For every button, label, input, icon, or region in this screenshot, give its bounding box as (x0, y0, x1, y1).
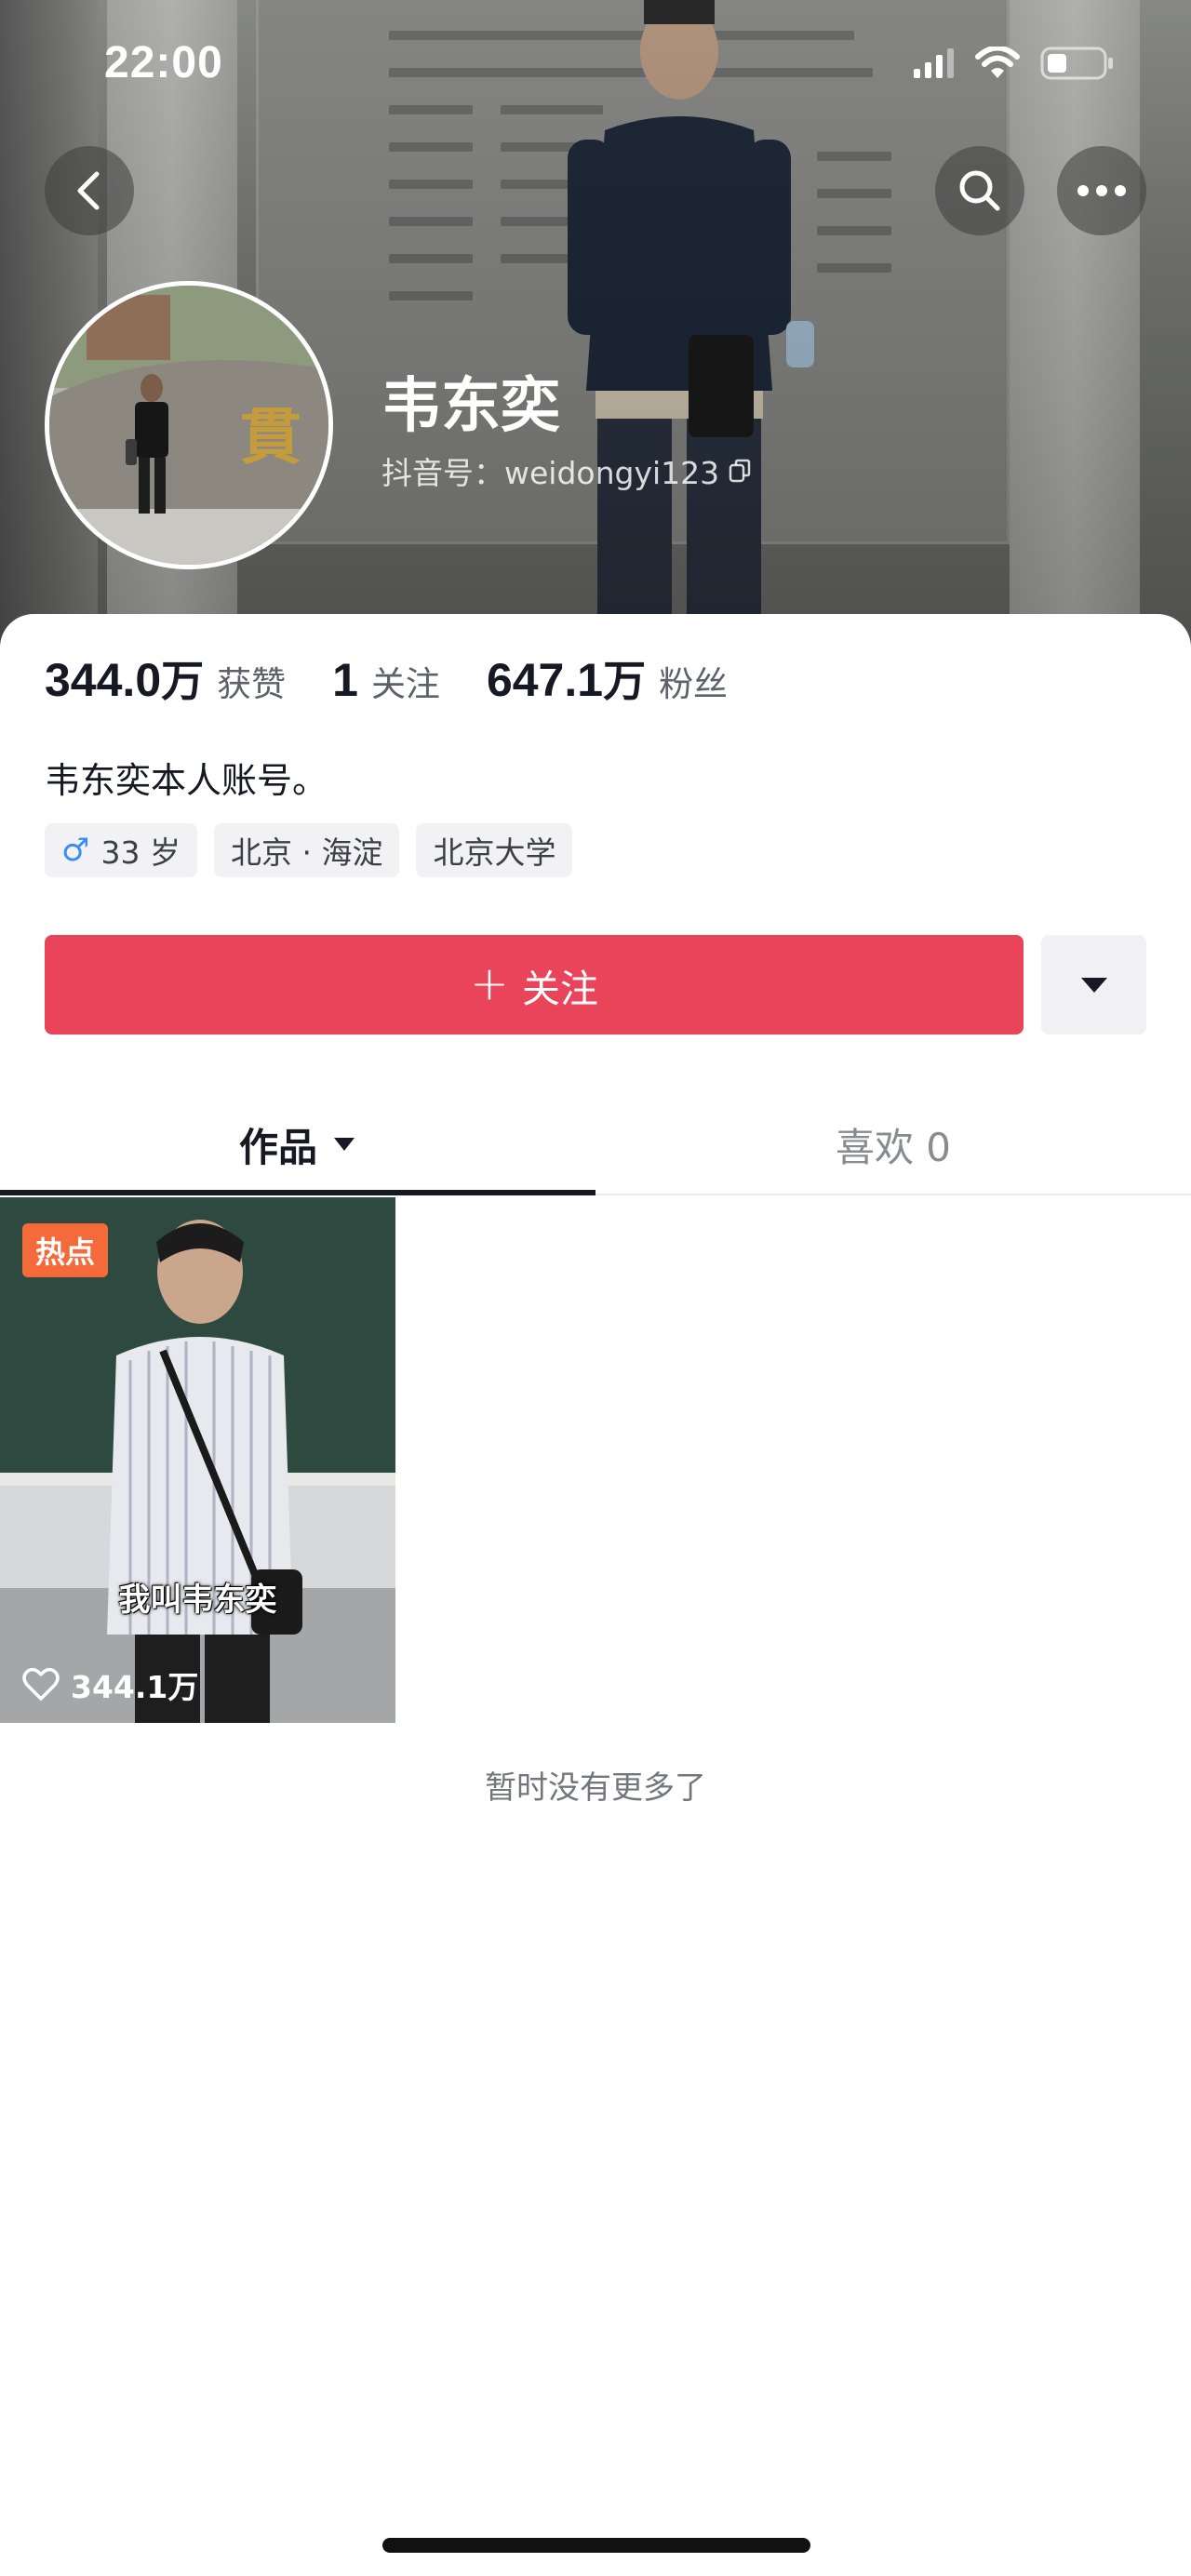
tab-likes[interactable]: 喜欢 0 (596, 1093, 1191, 1195)
stat-label: 获赞 (217, 664, 287, 704)
more-options-button[interactable] (1057, 146, 1146, 235)
tab-works[interactable]: 作品 (0, 1093, 596, 1195)
stat-label: 关注 (370, 664, 440, 704)
active-tab-indicator (0, 1190, 596, 1195)
video-likes-count: 344.1万 (71, 1669, 199, 1705)
video-card[interactable]: 热点 我叫韦东奕 344.1万 (0, 1197, 395, 1723)
tag-label: 北京大学 (433, 834, 556, 871)
stat-likes[interactable]: 344.0 万 获赞 (45, 647, 286, 709)
content-tabs: 作品 喜欢 0 (0, 1093, 1191, 1195)
no-more-text: 暂时没有更多了 (485, 1769, 706, 1807)
profile-tags: ♂ 33 岁 北京 · 海淀 北京大学 (45, 823, 573, 877)
avatar[interactable]: 貫 (45, 281, 333, 569)
avatar-image: 貫 (49, 286, 328, 565)
tag-school[interactable]: 北京大学 (416, 823, 573, 877)
male-icon: ♂ (61, 832, 90, 869)
profile-name: 韦东奕 (381, 372, 560, 441)
search-icon (959, 170, 1000, 211)
signal-icon (914, 48, 954, 78)
stat-number: 647.1 (486, 654, 604, 706)
back-button[interactable] (45, 146, 134, 235)
tag-location: 北京 · 海淀 (213, 823, 400, 877)
status-time: 22:00 (104, 38, 223, 87)
stat-followers[interactable]: 647.1 万 粉丝 (487, 647, 728, 709)
battery-icon (1040, 47, 1113, 80)
profile-card: 344.0 万 获赞 1 关注 647.1 万 粉丝 韦东奕本人账号。 ♂ 33… (0, 614, 1191, 2576)
stat-label: 粉丝 (659, 664, 729, 704)
stat-number: 1 (332, 654, 358, 706)
recommend-dropdown-button[interactable] (1041, 935, 1146, 1034)
stat-unit: 万 (603, 656, 647, 706)
search-button[interactable] (935, 146, 1024, 235)
profile-bio: 韦东奕本人账号。 (45, 760, 328, 801)
svg-text:貫: 貫 (240, 400, 301, 473)
ellipsis-icon (1077, 185, 1126, 196)
douyin-id-text: 抖音号：weidongyi123 (381, 455, 720, 491)
tab-label: 喜欢 0 (835, 1124, 952, 1170)
copy-icon[interactable] (727, 457, 755, 485)
tag-label: 北京 · 海淀 (230, 834, 383, 871)
wifi-icon (975, 47, 1020, 78)
home-indicator[interactable] (382, 2538, 810, 2553)
douyin-id[interactable]: 抖音号：weidongyi123 (381, 448, 755, 493)
plus-icon: + (470, 955, 509, 1010)
status-icons (914, 47, 1115, 80)
stat-number: 344.0 (45, 654, 162, 706)
video-caption: 我叫韦东奕 (118, 1582, 277, 1619)
triangle-down-icon (1080, 977, 1107, 993)
stat-following[interactable]: 1 关注 (332, 653, 440, 707)
follow-button[interactable]: + 关注 (45, 935, 1024, 1034)
heart-icon (22, 1668, 60, 1701)
follow-label: 关注 (521, 966, 598, 1011)
chevron-left-icon (77, 171, 100, 210)
profile-stats: 344.0 万 获赞 1 关注 647.1 万 粉丝 (45, 647, 774, 709)
tab-label: 作品 (238, 1124, 317, 1170)
video-likes: 344.1万 (22, 1662, 198, 1707)
triangle-down-icon (334, 1138, 355, 1151)
tag-label: 33 岁 (100, 834, 181, 871)
tag-age: ♂ 33 岁 (45, 823, 197, 877)
stat-unit: 万 (161, 656, 205, 706)
hot-badge: 热点 (22, 1223, 109, 1277)
